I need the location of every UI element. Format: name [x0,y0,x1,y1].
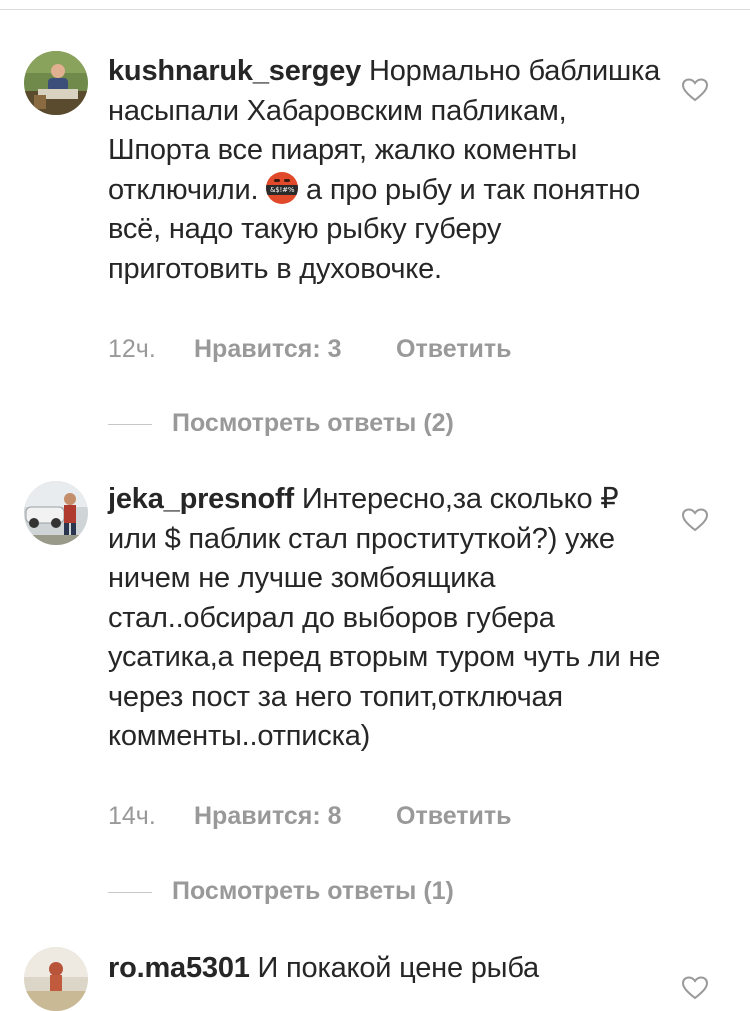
avatar[interactable] [24,481,88,545]
avatar[interactable] [24,947,88,1011]
emoji-censor-text: &$!#% [266,184,299,195]
comment-username[interactable]: ro.ma5301 [108,952,250,984]
comment-body: И покакой цене рыба [249,952,540,984]
reply-button[interactable]: Ответить [396,335,512,364]
angry-censored-face-icon: &$!#% [266,171,299,204]
view-replies-label: Посмотреть ответы (1) [172,877,454,905]
comment-username[interactable]: kushnaruk_sergey [108,55,361,87]
avatar[interactable] [24,51,88,115]
heart-outline-icon[interactable] [682,976,708,1000]
reply-button[interactable]: Ответить [396,802,512,831]
view-replies-line [108,424,152,425]
comment-time: 12ч. [108,335,156,363]
heart-outline-icon[interactable] [682,78,708,102]
comment-time: 14ч. [108,802,156,830]
comment-text: jeka_presnoff Интересно,за сколько ₽ или… [108,480,668,757]
comment-meta: 14ч. Нравится: 8 Ответить [108,802,512,831]
comment-meta: 12ч. Нравится: 3 Ответить [108,335,512,364]
top-divider [0,0,750,10]
comment-body: Интересно,за сколько ₽ или $ паблик стал… [108,483,661,752]
view-replies-label: Посмотреть ответы (2) [172,409,454,437]
comment-text: ro.ma5301 И покакой цене рыба [108,949,668,989]
comment-text: kushnaruk_sergey Нормально баблишка насы… [108,52,668,289]
comment-username[interactable]: jeka_presnoff [108,483,294,515]
heart-outline-icon[interactable] [682,508,708,532]
view-replies-line [108,892,152,893]
comment-likes[interactable]: Нравится: 3 [194,335,396,364]
comment-likes[interactable]: Нравится: 8 [194,802,396,831]
